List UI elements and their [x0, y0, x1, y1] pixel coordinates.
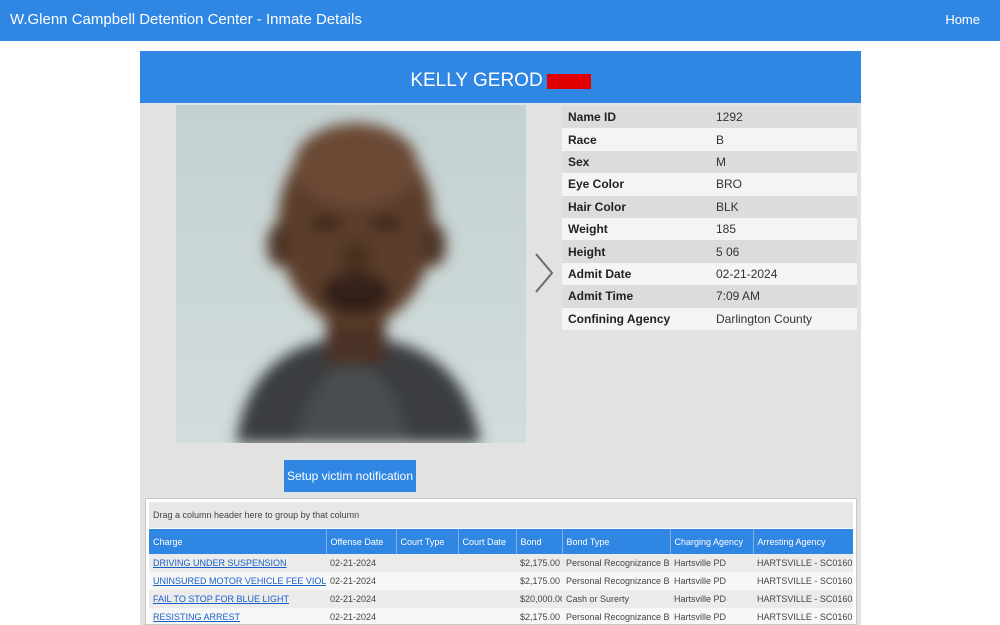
inmate-photo — [176, 105, 526, 443]
charging-agency-cell: Hartsville PD — [670, 608, 753, 624]
charge-link[interactable]: FAIL TO STOP FOR BLUE LIGHT — [153, 594, 289, 604]
detail-row: Hair Color BLK — [562, 195, 857, 218]
table-row: UNINSURED MOTOR VEHICLE FEE VIOLATION 02… — [149, 572, 853, 590]
page-title: W.Glenn Campbell Detention Center - Inma… — [10, 11, 362, 28]
column-header-arresting-agency[interactable]: Arresting Agency — [753, 529, 853, 554]
bond-type-cell: Cash or Surerty — [562, 590, 670, 608]
detail-row: Race B — [562, 128, 857, 151]
detail-value: BLK — [710, 195, 857, 218]
detail-row: Name ID 1292 — [562, 106, 857, 129]
detail-row: Confining Agency Darlington County — [562, 307, 857, 330]
home-link[interactable]: Home — [945, 12, 980, 27]
charges-table: Charge Offense Date Court Type Court Dat… — [149, 529, 853, 624]
charge-link[interactable]: UNINSURED MOTOR VEHICLE FEE VIOLATION — [153, 576, 326, 586]
charge-cell: RESISTING ARREST — [149, 608, 326, 624]
charging-agency-cell: Hartsville PD — [670, 590, 753, 608]
arresting-agency-cell: HARTSVILLE - SC0160200 — [753, 608, 853, 624]
inmate-panel: KELLY GEROD Name ID 1292 Race B Sex M Ey… — [140, 51, 861, 625]
detail-label: Confining Agency — [562, 307, 710, 330]
arresting-agency-cell: HARTSVILLE - SC0160200 — [753, 554, 853, 572]
table-row: FAIL TO STOP FOR BLUE LIGHT 02-21-2024 $… — [149, 590, 853, 608]
offense-date-cell: 02-21-2024 — [326, 590, 396, 608]
charges-header-row: Charge Offense Date Court Type Court Dat… — [149, 529, 853, 554]
inmate-name-line: KELLY GEROD — [140, 70, 861, 92]
charging-agency-cell: Hartsville PD — [670, 554, 753, 572]
charge-link[interactable]: DRIVING UNDER SUSPENSION — [153, 558, 287, 568]
column-header-charging-agency[interactable]: Charging Agency — [670, 529, 754, 554]
bond-type-cell: Personal Recognizance Bond — [562, 608, 670, 624]
detail-value: B — [710, 128, 857, 151]
detail-value: 02-21-2024 — [710, 262, 857, 286]
offense-date-cell: 02-21-2024 — [326, 554, 396, 572]
detail-label: Admit Date — [562, 262, 710, 286]
detail-label: Sex — [562, 150, 710, 174]
charge-link[interactable]: RESISTING ARREST — [153, 612, 240, 622]
detail-row: Sex M — [562, 150, 857, 174]
column-header-offense-date[interactable]: Offense Date — [326, 529, 397, 554]
offense-date-cell: 02-21-2024 — [326, 608, 396, 624]
column-header-court-date[interactable]: Court Date — [458, 529, 517, 554]
bond-cell: $2,175.00 — [516, 608, 562, 624]
detail-row: Height 5 06 — [562, 240, 857, 263]
court-date-cell — [458, 554, 516, 572]
table-row: RESISTING ARREST 02-21-2024 $2,175.00 Pe… — [149, 608, 853, 624]
bond-cell: $2,175.00 — [516, 572, 562, 590]
column-header-bond[interactable]: Bond — [516, 529, 563, 554]
chevron-right-icon[interactable] — [532, 251, 556, 295]
detail-value: BRO — [710, 173, 857, 196]
charges-grid: Drag a column header here to group by th… — [145, 498, 857, 625]
detail-label: Name ID — [562, 106, 710, 129]
bond-type-cell: Personal Recognizance Bond — [562, 554, 670, 572]
detail-row: Admit Date 02-21-2024 — [562, 262, 857, 286]
court-date-cell — [458, 572, 516, 590]
detail-value: Darlington County — [710, 307, 857, 330]
court-type-cell — [396, 554, 458, 572]
detail-row: Admit Time 7:09 AM — [562, 285, 857, 308]
court-type-cell — [396, 608, 458, 624]
bond-type-cell: Personal Recognizance Bond — [562, 572, 670, 590]
detail-row: Eye Color BRO — [562, 173, 857, 196]
arresting-agency-cell: HARTSVILLE - SC0160200 — [753, 590, 853, 608]
charge-cell: FAIL TO STOP FOR BLUE LIGHT — [149, 590, 326, 608]
inmate-name: KELLY GEROD — [410, 70, 543, 91]
column-header-bond-type[interactable]: Bond Type — [562, 529, 671, 554]
setup-victim-notification-button[interactable]: Setup victim notification — [284, 460, 416, 492]
charge-cell: DRIVING UNDER SUSPENSION — [149, 554, 326, 572]
column-header-court-type[interactable]: Court Type — [396, 529, 459, 554]
court-type-cell — [396, 590, 458, 608]
column-header-charge[interactable]: Charge — [149, 529, 327, 554]
charging-agency-cell: Hartsville PD — [670, 572, 753, 590]
court-date-cell — [458, 590, 516, 608]
court-date-cell — [458, 608, 516, 624]
top-navbar: W.Glenn Campbell Detention Center - Inma… — [0, 0, 1000, 41]
charge-cell: UNINSURED MOTOR VEHICLE FEE VIOLATION — [149, 572, 326, 590]
detail-value: 1292 — [710, 106, 857, 129]
detail-label: Race — [562, 128, 710, 151]
bond-cell: $2,175.00 — [516, 554, 562, 572]
group-by-drop-zone[interactable]: Drag a column header here to group by th… — [149, 502, 853, 528]
detail-value: 185 — [710, 217, 857, 241]
detail-value: 5 06 — [710, 240, 857, 263]
inmate-details-table: Name ID 1292 Race B Sex M Eye Color BRO Hair… — [562, 106, 857, 330]
detail-value: M — [710, 150, 857, 174]
table-row: DRIVING UNDER SUSPENSION 02-21-2024 $2,1… — [149, 554, 853, 572]
detail-label: Eye Color — [562, 173, 710, 196]
detail-label: Height — [562, 240, 710, 263]
court-type-cell — [396, 572, 458, 590]
arresting-agency-cell: HARTSVILLE - SC0160200 — [753, 572, 853, 590]
detail-label: Hair Color — [562, 195, 710, 218]
offense-date-cell: 02-21-2024 — [326, 572, 396, 590]
bond-cell: $20,000.00 — [516, 590, 562, 608]
detail-label: Admit Time — [562, 285, 710, 308]
detail-label: Weight — [562, 217, 710, 241]
detail-value: 7:09 AM — [710, 285, 857, 308]
detail-row: Weight 185 — [562, 217, 857, 241]
inmate-header: KELLY GEROD — [140, 51, 861, 103]
redaction-bar — [546, 73, 591, 89]
